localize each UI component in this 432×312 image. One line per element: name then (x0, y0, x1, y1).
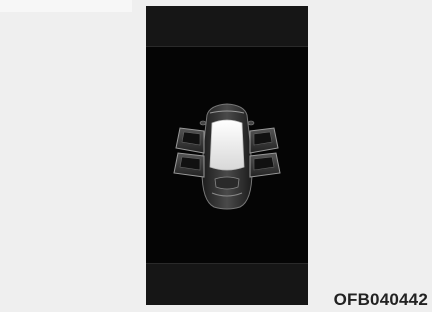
car-doors-open-icon (173, 103, 281, 210)
display-top-band (146, 6, 308, 47)
header-tab-strip (0, 0, 132, 12)
figure-code-label: OFB040442 (333, 290, 428, 309)
car-rear-window (214, 176, 240, 190)
car-windshield (209, 119, 245, 171)
left-mirror (199, 120, 207, 126)
display-bottom-band (146, 263, 308, 305)
right-mirror (247, 120, 255, 126)
cluster-display-screen (146, 6, 308, 305)
